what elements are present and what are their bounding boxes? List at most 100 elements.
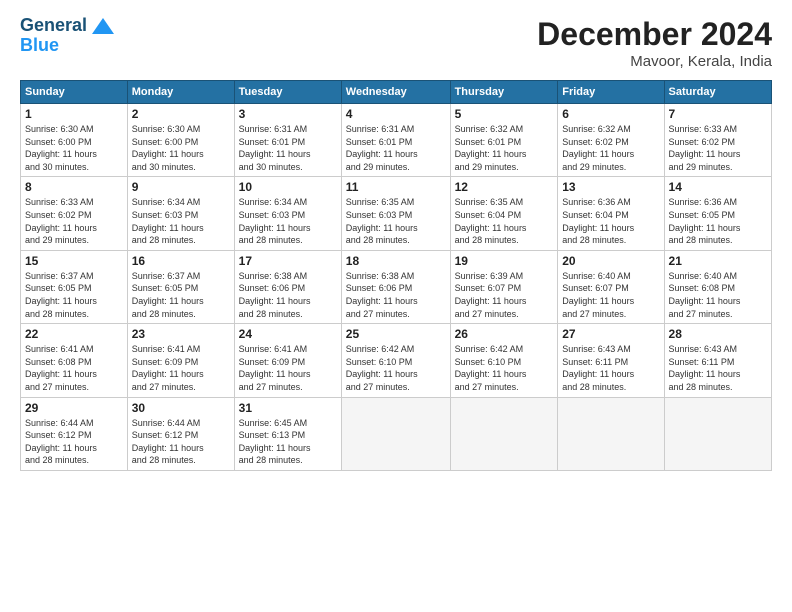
calendar-cell: 22 Sunrise: 6:41 AM Sunset: 6:08 PM Dayli… bbox=[21, 324, 128, 397]
day-info: Sunrise: 6:43 AM Sunset: 6:11 PM Dayligh… bbox=[562, 343, 659, 393]
calendar-cell bbox=[664, 397, 771, 470]
calendar-header-row: Sunday Monday Tuesday Wednesday Thursday… bbox=[21, 81, 772, 104]
day-info: Sunrise: 6:45 AM Sunset: 6:13 PM Dayligh… bbox=[239, 417, 337, 467]
logo-icon bbox=[92, 18, 114, 34]
calendar-cell: 25 Sunrise: 6:42 AM Sunset: 6:10 PM Dayli… bbox=[341, 324, 450, 397]
page: General Blue December 2024 Mavoor, Keral… bbox=[0, 0, 792, 612]
calendar-cell: 23Sunrise: 6:41 AM Sunset: 6:09 PM Dayli… bbox=[127, 324, 234, 397]
day-number: 11 bbox=[346, 180, 446, 194]
calendar-week-1: 1Sunrise: 6:30 AM Sunset: 6:00 PM Daylig… bbox=[21, 104, 772, 177]
day-info: Sunrise: 6:42 AM Sunset: 6:10 PM Dayligh… bbox=[455, 343, 554, 393]
col-tuesday: Tuesday bbox=[234, 81, 341, 104]
calendar-cell: 2Sunrise: 6:30 AM Sunset: 6:00 PM Daylig… bbox=[127, 104, 234, 177]
calendar-cell: 16Sunrise: 6:37 AM Sunset: 6:05 PM Dayli… bbox=[127, 250, 234, 323]
calendar-cell: 26 Sunrise: 6:42 AM Sunset: 6:10 PM Dayli… bbox=[450, 324, 558, 397]
calendar-cell: 10Sunrise: 6:34 AM Sunset: 6:03 PM Dayli… bbox=[234, 177, 341, 250]
col-thursday: Thursday bbox=[450, 81, 558, 104]
day-info: Sunrise: 6:32 AM Sunset: 6:02 PM Dayligh… bbox=[562, 123, 659, 173]
day-info: Sunrise: 6:40 AM Sunset: 6:07 PM Dayligh… bbox=[562, 270, 659, 320]
col-saturday: Saturday bbox=[664, 81, 771, 104]
day-number: 20 bbox=[562, 254, 659, 268]
calendar-cell: 1Sunrise: 6:30 AM Sunset: 6:00 PM Daylig… bbox=[21, 104, 128, 177]
col-friday: Friday bbox=[558, 81, 664, 104]
calendar-cell: 17 Sunrise: 6:38 AM Sunset: 6:06 PM Dayli… bbox=[234, 250, 341, 323]
calendar-cell bbox=[450, 397, 558, 470]
day-info: Sunrise: 6:34 AM Sunset: 6:03 PM Dayligh… bbox=[239, 196, 337, 246]
day-number: 14 bbox=[669, 180, 767, 194]
day-number: 30 bbox=[132, 401, 230, 415]
day-info: Sunrise: 6:35 AM Sunset: 6:04 PM Dayligh… bbox=[455, 196, 554, 246]
day-number: 5 bbox=[455, 107, 554, 121]
calendar-cell: 14 Sunrise: 6:36 AM Sunset: 6:05 PM Dayli… bbox=[664, 177, 771, 250]
calendar-week-2: 8Sunrise: 6:33 AM Sunset: 6:02 PM Daylig… bbox=[21, 177, 772, 250]
day-number: 31 bbox=[239, 401, 337, 415]
subtitle: Mavoor, Kerala, India bbox=[537, 53, 772, 70]
calendar-week-5: 29 Sunrise: 6:44 AM Sunset: 6:12 PM Dayli… bbox=[21, 397, 772, 470]
day-number: 27 bbox=[562, 327, 659, 341]
calendar-cell: 27 Sunrise: 6:43 AM Sunset: 6:11 PM Dayli… bbox=[558, 324, 664, 397]
main-title: December 2024 bbox=[537, 16, 772, 53]
day-number: 9 bbox=[132, 180, 230, 194]
day-number: 22 bbox=[25, 327, 123, 341]
day-number: 12 bbox=[455, 180, 554, 194]
day-number: 4 bbox=[346, 107, 446, 121]
day-info: Sunrise: 6:39 AM Sunset: 6:07 PM Dayligh… bbox=[455, 270, 554, 320]
day-number: 1 bbox=[25, 107, 123, 121]
day-info: Sunrise: 6:33 AM Sunset: 6:02 PM Dayligh… bbox=[669, 123, 767, 173]
calendar-cell: 11Sunrise: 6:35 AM Sunset: 6:03 PM Dayli… bbox=[341, 177, 450, 250]
calendar-cell: 5Sunrise: 6:32 AM Sunset: 6:01 PM Daylig… bbox=[450, 104, 558, 177]
calendar-cell bbox=[341, 397, 450, 470]
title-block: December 2024 Mavoor, Kerala, India bbox=[537, 16, 772, 70]
day-number: 29 bbox=[25, 401, 123, 415]
calendar-cell: 3 Sunrise: 6:31 AM Sunset: 6:01 PM Daylig… bbox=[234, 104, 341, 177]
day-info: Sunrise: 6:31 AM Sunset: 6:01 PM Dayligh… bbox=[239, 123, 337, 173]
calendar-cell: 18Sunrise: 6:38 AM Sunset: 6:06 PM Dayli… bbox=[341, 250, 450, 323]
calendar-cell: 9 Sunrise: 6:34 AM Sunset: 6:03 PM Daylig… bbox=[127, 177, 234, 250]
day-number: 28 bbox=[669, 327, 767, 341]
day-info: Sunrise: 6:34 AM Sunset: 6:03 PM Dayligh… bbox=[132, 196, 230, 246]
logo: General Blue bbox=[20, 16, 114, 56]
calendar-cell: 6 Sunrise: 6:32 AM Sunset: 6:02 PM Daylig… bbox=[558, 104, 664, 177]
day-info: Sunrise: 6:41 AM Sunset: 6:09 PM Dayligh… bbox=[239, 343, 337, 393]
day-info: Sunrise: 6:44 AM Sunset: 6:12 PM Dayligh… bbox=[25, 417, 123, 467]
calendar-cell bbox=[558, 397, 664, 470]
day-info: Sunrise: 6:41 AM Sunset: 6:08 PM Dayligh… bbox=[25, 343, 123, 393]
day-number: 17 bbox=[239, 254, 337, 268]
calendar-cell: 8Sunrise: 6:33 AM Sunset: 6:02 PM Daylig… bbox=[21, 177, 128, 250]
calendar-cell: 13Sunrise: 6:36 AM Sunset: 6:04 PM Dayli… bbox=[558, 177, 664, 250]
day-number: 19 bbox=[455, 254, 554, 268]
day-number: 8 bbox=[25, 180, 123, 194]
day-info: Sunrise: 6:41 AM Sunset: 6:09 PM Dayligh… bbox=[132, 343, 230, 393]
day-number: 25 bbox=[346, 327, 446, 341]
col-sunday: Sunday bbox=[21, 81, 128, 104]
calendar-cell: 28 Sunrise: 6:43 AM Sunset: 6:11 PM Dayli… bbox=[664, 324, 771, 397]
day-number: 26 bbox=[455, 327, 554, 341]
calendar-cell: 24 Sunrise: 6:41 AM Sunset: 6:09 PM Dayli… bbox=[234, 324, 341, 397]
logo-text: General bbox=[20, 16, 114, 36]
day-info: Sunrise: 6:36 AM Sunset: 6:05 PM Dayligh… bbox=[669, 196, 767, 246]
day-info: Sunrise: 6:38 AM Sunset: 6:06 PM Dayligh… bbox=[239, 270, 337, 320]
day-info: Sunrise: 6:37 AM Sunset: 6:05 PM Dayligh… bbox=[25, 270, 123, 320]
day-number: 3 bbox=[239, 107, 337, 121]
day-info: Sunrise: 6:44 AM Sunset: 6:12 PM Dayligh… bbox=[132, 417, 230, 467]
col-wednesday: Wednesday bbox=[341, 81, 450, 104]
day-number: 2 bbox=[132, 107, 230, 121]
day-info: Sunrise: 6:42 AM Sunset: 6:10 PM Dayligh… bbox=[346, 343, 446, 393]
calendar-cell: 29 Sunrise: 6:44 AM Sunset: 6:12 PM Dayli… bbox=[21, 397, 128, 470]
day-info: Sunrise: 6:40 AM Sunset: 6:08 PM Dayligh… bbox=[669, 270, 767, 320]
calendar-cell: 19 Sunrise: 6:39 AM Sunset: 6:07 PM Dayli… bbox=[450, 250, 558, 323]
day-number: 18 bbox=[346, 254, 446, 268]
header: General Blue December 2024 Mavoor, Keral… bbox=[20, 16, 772, 70]
day-info: Sunrise: 6:43 AM Sunset: 6:11 PM Dayligh… bbox=[669, 343, 767, 393]
calendar-week-3: 15 Sunrise: 6:37 AM Sunset: 6:05 PM Dayli… bbox=[21, 250, 772, 323]
day-number: 15 bbox=[25, 254, 123, 268]
calendar-cell: 21Sunrise: 6:40 AM Sunset: 6:08 PM Dayli… bbox=[664, 250, 771, 323]
calendar-cell: 20 Sunrise: 6:40 AM Sunset: 6:07 PM Dayli… bbox=[558, 250, 664, 323]
day-number: 16 bbox=[132, 254, 230, 268]
calendar-cell: 30 Sunrise: 6:44 AM Sunset: 6:12 PM Dayli… bbox=[127, 397, 234, 470]
calendar-table: Sunday Monday Tuesday Wednesday Thursday… bbox=[20, 80, 772, 471]
day-number: 24 bbox=[239, 327, 337, 341]
calendar-cell: 7Sunrise: 6:33 AM Sunset: 6:02 PM Daylig… bbox=[664, 104, 771, 177]
day-number: 6 bbox=[562, 107, 659, 121]
logo-blue: Blue bbox=[20, 36, 59, 56]
